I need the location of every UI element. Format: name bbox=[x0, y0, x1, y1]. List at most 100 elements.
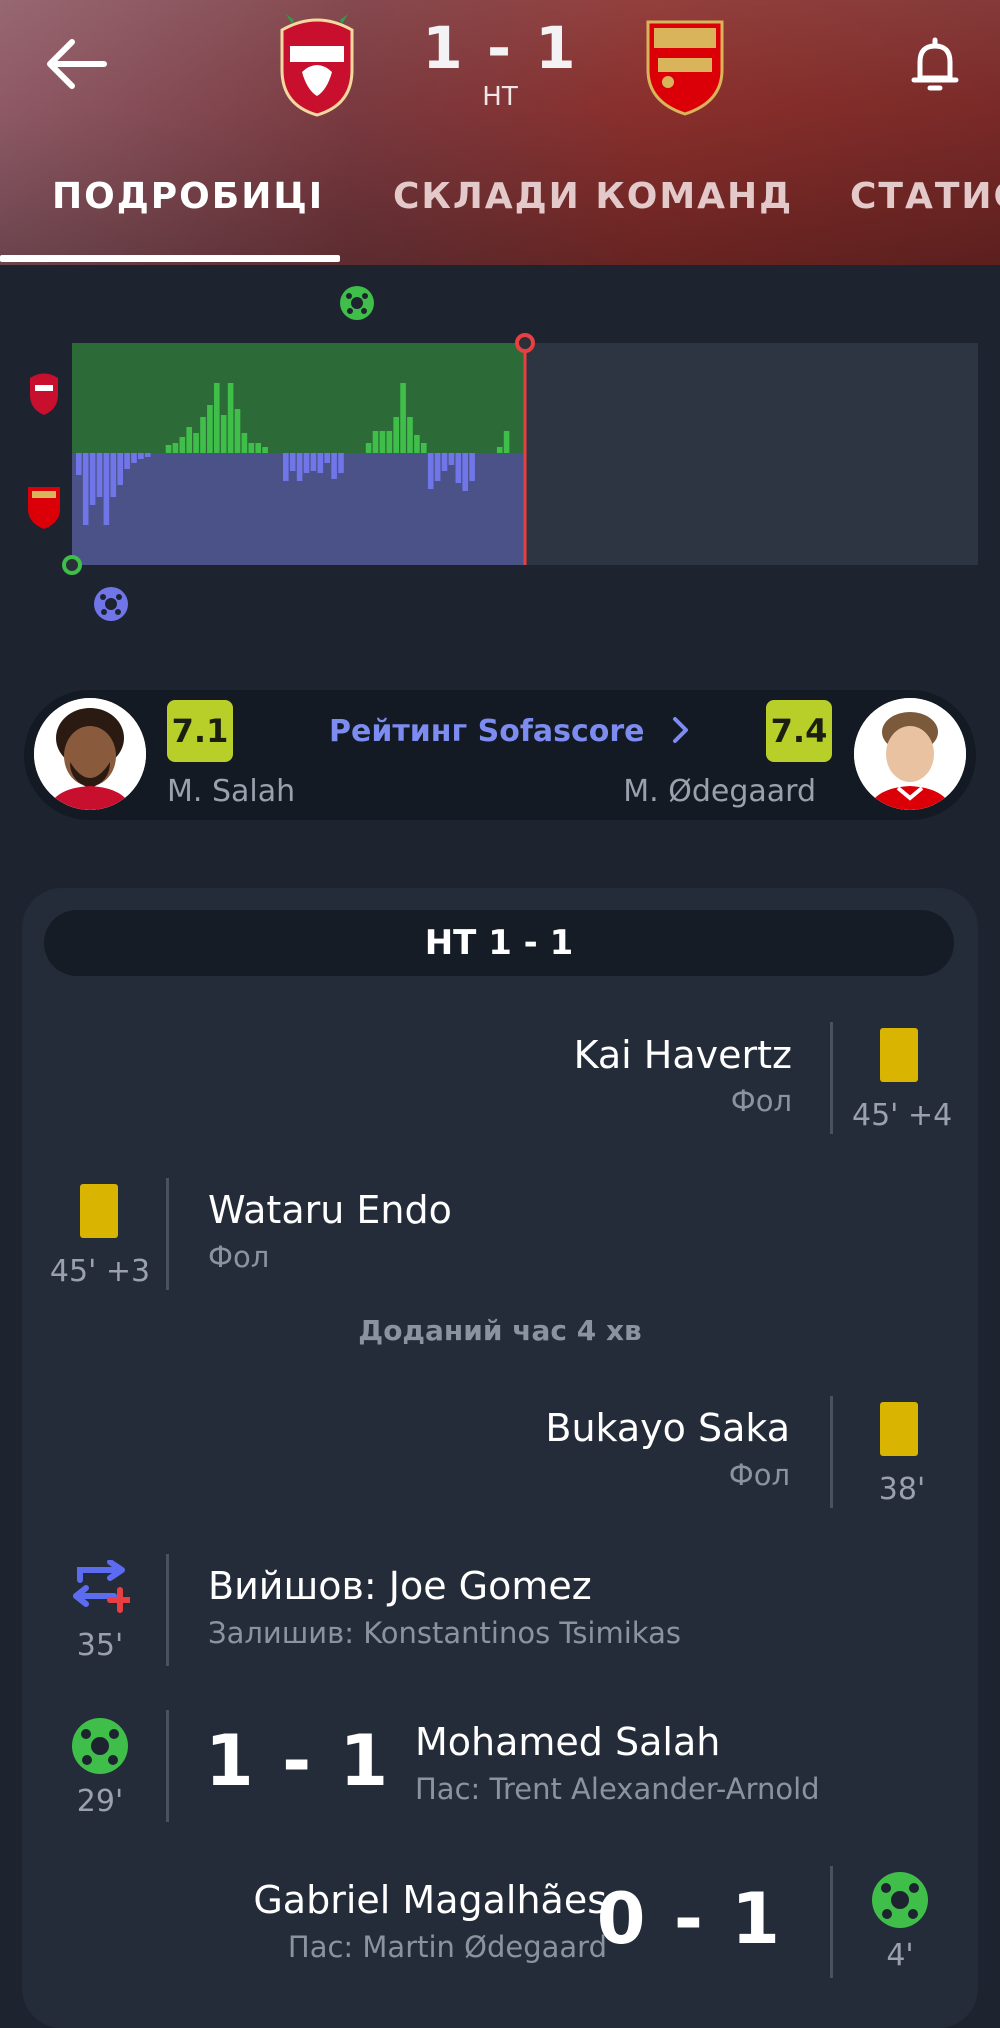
event-minute: 29' bbox=[76, 1784, 124, 1819]
event-assist: Пас: Trent Alexander-Arnold bbox=[415, 1772, 820, 1806]
away-momentum-bar bbox=[441, 453, 448, 471]
away-momentum-bar bbox=[103, 453, 110, 525]
away-team-crest[interactable] bbox=[640, 10, 730, 120]
away-player-name: M. Ødegaard bbox=[623, 774, 816, 809]
match-score: 1 - 1 bbox=[422, 14, 578, 82]
tab-details[interactable]: ПОДРОБИЦІ bbox=[52, 176, 324, 217]
event-divider bbox=[166, 1554, 169, 1666]
event-divider bbox=[166, 1178, 169, 1290]
event-minute: 38' bbox=[878, 1472, 926, 1507]
home-momentum-bar bbox=[193, 433, 199, 453]
home-momentum-bar bbox=[179, 437, 186, 453]
added-time-label: Доданий час 4 хв bbox=[358, 1314, 642, 1347]
home-pane bbox=[72, 343, 525, 453]
event-detail: Фол bbox=[728, 1458, 790, 1492]
event-minute: 45' +3 bbox=[49, 1254, 151, 1289]
rating-link-label: Рейтинг Sofascore bbox=[329, 714, 645, 749]
event-detail: Фол bbox=[730, 1084, 792, 1118]
current-minute-marker bbox=[515, 333, 535, 353]
home-momentum-bar bbox=[186, 427, 192, 453]
home-player-avatar[interactable] bbox=[34, 698, 146, 810]
away-momentum-bar bbox=[427, 453, 434, 489]
away-momentum-bar bbox=[76, 453, 82, 475]
home-momentum-bar bbox=[214, 383, 220, 453]
chevron-right-icon bbox=[672, 717, 688, 743]
home-mini-crest-icon bbox=[30, 373, 58, 415]
home-momentum-bar bbox=[200, 417, 206, 453]
away-momentum-bar bbox=[469, 453, 475, 481]
home-player-rating: 7.1 bbox=[167, 700, 233, 762]
momentum-chart bbox=[28, 286, 978, 621]
notifications-button[interactable] bbox=[900, 30, 970, 100]
event-player: Kai Havertz bbox=[573, 1033, 792, 1077]
home-momentum-bar bbox=[496, 447, 503, 453]
event-minute: 45' +4 bbox=[852, 1098, 953, 1133]
home-momentum-bar bbox=[262, 447, 268, 453]
away-momentum-bar bbox=[289, 453, 296, 471]
yellow-card-icon bbox=[880, 1402, 918, 1456]
home-momentum-bar bbox=[503, 431, 510, 453]
event-divider bbox=[166, 1710, 169, 1822]
away-momentum-bar bbox=[296, 453, 303, 481]
event-player-out: Залишив: Konstantinos Tsimikas bbox=[208, 1616, 681, 1650]
away-momentum-bar bbox=[455, 453, 462, 483]
home-momentum-bar bbox=[227, 383, 234, 453]
football-icon bbox=[872, 1872, 928, 1928]
liverpool-crest-icon bbox=[280, 14, 354, 117]
away-momentum-bar bbox=[124, 453, 130, 469]
away-momentum-bar bbox=[462, 453, 468, 491]
away-momentum-bar bbox=[89, 453, 96, 505]
away-momentum-bar bbox=[310, 453, 317, 471]
arrow-left-icon bbox=[47, 39, 107, 89]
home-momentum-bar bbox=[379, 431, 386, 453]
home-goal-marker-icon bbox=[340, 286, 374, 320]
tab-lineups[interactable]: СКЛАДИ КОМАНД bbox=[393, 176, 793, 217]
away-momentum-bar bbox=[283, 453, 289, 481]
event-player-in: Вийшов: Joe Gomez bbox=[208, 1564, 592, 1608]
tab-bar: ПОДРОБИЦІ СКЛАДИ КОМАНД СТАТИС bbox=[0, 170, 1000, 265]
away-goal-marker-icon bbox=[94, 587, 128, 621]
event-divider bbox=[830, 1022, 833, 1134]
yellow-card-icon bbox=[80, 1184, 118, 1238]
bell-icon bbox=[911, 37, 959, 91]
home-momentum-bar bbox=[372, 431, 379, 453]
event-minute: 4' bbox=[886, 1938, 914, 1973]
future-pane bbox=[525, 343, 978, 565]
match-status: HT bbox=[482, 82, 518, 112]
kickoff-marker bbox=[62, 555, 82, 575]
home-momentum-bar bbox=[241, 433, 248, 453]
home-momentum-bar bbox=[393, 417, 399, 453]
back-button[interactable] bbox=[42, 34, 112, 94]
away-mini-crest-icon bbox=[28, 487, 60, 529]
home-momentum-bar bbox=[207, 405, 213, 453]
match-header: 1 - 1 HT ПОДРОБИЦІ СКЛАДИ КОМАНД СТАТИС bbox=[0, 0, 1000, 265]
home-momentum-bar bbox=[165, 445, 172, 453]
away-momentum-bar bbox=[110, 453, 117, 497]
sofascore-rating-link[interactable]: Рейтинг Sofascore bbox=[329, 714, 695, 749]
event-player: Wataru Endo bbox=[208, 1188, 452, 1232]
event-player: Gabriel Magalhães bbox=[253, 1878, 607, 1922]
event-divider bbox=[830, 1866, 833, 1978]
goal-score: 0 - 1 bbox=[596, 1878, 782, 1960]
home-momentum-bar bbox=[248, 443, 255, 453]
home-momentum-bar bbox=[407, 417, 413, 453]
away-momentum-bar bbox=[338, 453, 344, 473]
away-momentum-bar bbox=[131, 453, 137, 463]
home-momentum-bar bbox=[234, 409, 241, 453]
home-momentum-bar bbox=[386, 431, 393, 453]
rating-card[interactable]: 7.1 M. Salah Рейтинг Sofascore 7.4 M. Ød… bbox=[24, 690, 976, 820]
away-momentum-bar bbox=[96, 453, 103, 497]
away-momentum-bar bbox=[303, 453, 310, 473]
away-momentum-bar bbox=[82, 453, 89, 525]
home-team-crest[interactable] bbox=[272, 10, 362, 120]
arsenal-crest-icon bbox=[646, 20, 724, 116]
home-momentum-bar bbox=[255, 443, 261, 453]
event-assist: Пас: Martin Ødegaard bbox=[287, 1930, 607, 1964]
event-player: Bukayo Saka bbox=[545, 1406, 790, 1450]
tab-statistics[interactable]: СТАТИС bbox=[850, 176, 1000, 217]
away-momentum-bar bbox=[448, 453, 455, 465]
home-momentum-bar bbox=[421, 443, 427, 453]
event-divider bbox=[830, 1396, 833, 1508]
yellow-card-icon bbox=[880, 1028, 918, 1082]
away-player-avatar[interactable] bbox=[854, 698, 966, 810]
